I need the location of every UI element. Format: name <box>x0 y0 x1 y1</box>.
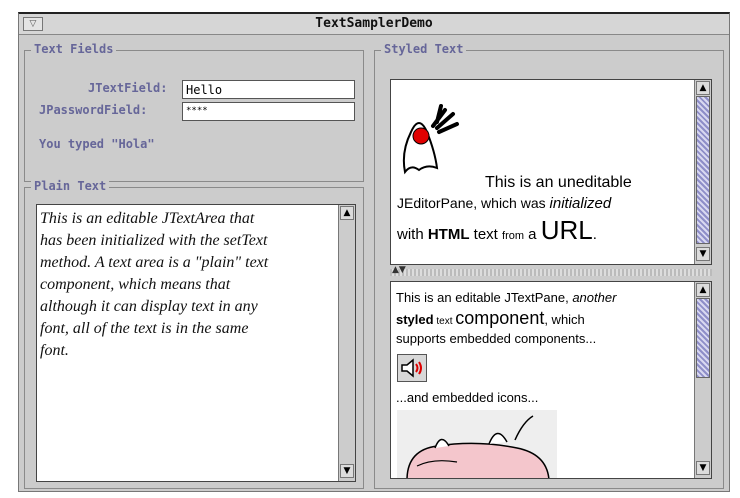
jtextfield-input[interactable]: Hello <box>182 80 355 99</box>
editor-bold-text: HTML <box>427 226 470 243</box>
divider-arrows-icon[interactable]: ▲▼ <box>392 265 406 275</box>
plain-text-area[interactable]: This is an editable JTextArea that has b… <box>36 204 356 482</box>
jpasswordfield-label: JPasswordField: <box>39 103 148 117</box>
editor-large-text: URL <box>540 215 593 245</box>
window-title: TextSamplerDemo <box>315 16 433 31</box>
you-typed-label: You typed "Hola" <box>39 137 155 151</box>
styled-text-title: Styled Text <box>381 42 467 56</box>
scroll-down-arrow-icon[interactable]: ▼ <box>340 464 354 478</box>
editor-pane[interactable]: This is an uneditable JEditorPane, which… <box>390 79 712 265</box>
plain-text-scrollbar[interactable]: ▲ ▼ <box>338 205 355 481</box>
text-pane-line-3: supports embedded components... <box>396 331 597 346</box>
editor-small-text: from <box>502 230 525 242</box>
duke-mascot-icon <box>402 104 459 175</box>
speaker-button[interactable] <box>397 354 427 382</box>
scroll-down-arrow-icon[interactable]: ▼ <box>696 247 710 261</box>
pane-large-text: component <box>455 308 545 328</box>
text-pane-text[interactable]: This is an editable JTextPane, another s… <box>396 288 692 346</box>
editor-line-2: JEditorPane, which was initialized <box>397 192 697 215</box>
split-pane-divider[interactable]: ▲▼ <box>390 265 712 276</box>
plain-text-line: component, which means that <box>40 276 231 293</box>
editor-text: JEditorPane, which was <box>397 195 550 211</box>
editor-pane-scrollbar[interactable]: ▲ ▼ <box>694 80 711 264</box>
pane-bold-text: styled <box>396 312 434 327</box>
plain-text-line: font. <box>40 342 69 359</box>
pane-text: This is an editable JTextPane, <box>396 290 573 305</box>
pane-text: , which <box>544 312 585 327</box>
pig-image-icon <box>397 410 557 478</box>
scroll-thumb[interactable] <box>696 96 710 244</box>
editor-pane-text: This is an uneditable JEditorPane, which… <box>397 174 697 251</box>
scroll-up-arrow-icon[interactable]: ▲ <box>696 81 710 95</box>
editor-line-1: This is an uneditable <box>485 174 632 191</box>
title-bar[interactable]: ▽ TextSamplerDemo <box>19 14 729 35</box>
text-pane-line-1: This is an editable JTextPane, another <box>396 288 692 308</box>
speaker-icon <box>401 358 422 378</box>
text-pane-line-4: ...and embedded icons... <box>396 390 539 405</box>
editor-italic-text: initialized <box>549 195 612 212</box>
scroll-down-arrow-icon[interactable]: ▼ <box>696 461 710 475</box>
text-pane-scrollbar[interactable]: ▲ ▼ <box>694 282 711 478</box>
plain-text-line: although it can display text in any <box>40 298 258 315</box>
plain-text-title: Plain Text <box>31 179 110 193</box>
textsampler-window: ▽ TextSamplerDemo Text Fields JTextField… <box>18 12 730 492</box>
pane-italic-text: another <box>572 290 617 305</box>
editor-text: with <box>397 226 428 243</box>
pane-small-text: text <box>433 316 456 327</box>
scroll-thumb[interactable] <box>696 298 710 378</box>
text-pane[interactable]: This is an editable JTextPane, another s… <box>390 281 712 479</box>
text-fields-title: Text Fields <box>31 42 117 56</box>
editor-text: text <box>469 226 503 243</box>
plain-text-line: method. A text area is a "plain" text <box>40 254 269 271</box>
editor-text: a <box>524 226 541 243</box>
editor-line-3: with HTML text from a URL. <box>397 215 697 251</box>
text-pane-line-2: styled text component, which <box>396 308 692 332</box>
plain-text-line: font, all of the text is in the same <box>40 320 249 337</box>
plain-text-content[interactable]: This is an editable JTextArea that has b… <box>40 208 336 362</box>
editor-text: . <box>592 226 597 243</box>
jtextfield-label: JTextField: <box>88 81 168 95</box>
scroll-up-arrow-icon[interactable]: ▲ <box>340 206 354 220</box>
plain-text-line: This is an editable JTextArea that <box>40 210 255 227</box>
scroll-up-arrow-icon[interactable]: ▲ <box>696 283 710 297</box>
jpasswordfield-input[interactable]: **** <box>182 102 355 121</box>
plain-text-line: has been initialized with the setText <box>40 232 268 249</box>
